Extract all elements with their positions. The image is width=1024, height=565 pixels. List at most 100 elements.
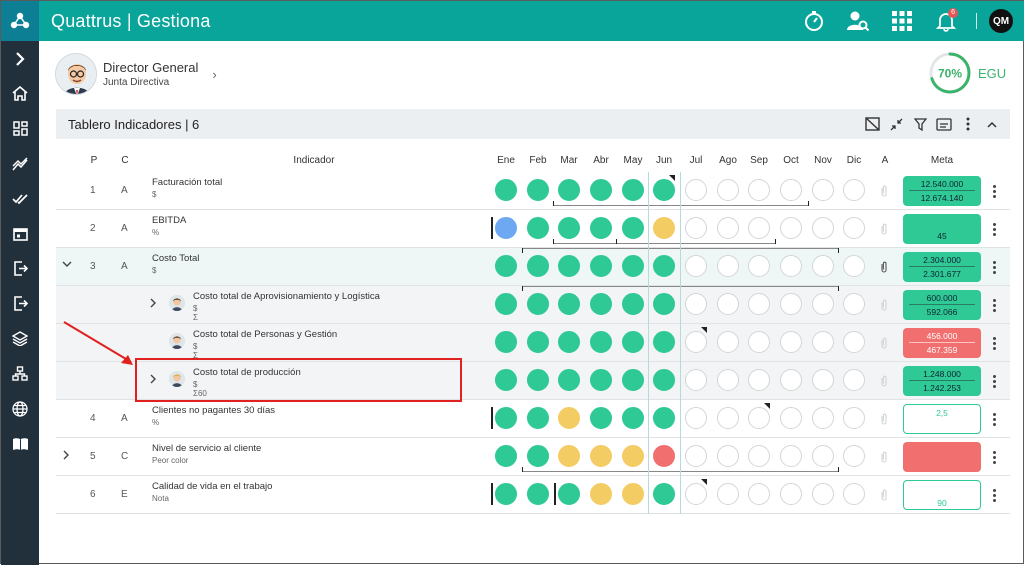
month-status-oct[interactable] bbox=[780, 369, 802, 391]
logout-icon[interactable] bbox=[1, 286, 39, 321]
month-status-jun[interactable] bbox=[653, 407, 675, 429]
indicator-name[interactable]: Costo Total bbox=[152, 253, 199, 264]
month-status-mar[interactable] bbox=[558, 255, 580, 277]
hide-icon[interactable] bbox=[860, 109, 884, 139]
home-icon[interactable] bbox=[1, 76, 39, 111]
month-status-nov[interactable] bbox=[812, 483, 834, 505]
expand-chevron-right-icon[interactable] bbox=[149, 298, 157, 311]
indicator-name[interactable]: Calidad de vida en el trabajo bbox=[152, 481, 272, 492]
month-status-abr[interactable] bbox=[590, 407, 612, 429]
indicator-name[interactable]: Costo total de Personas y Gestión bbox=[193, 329, 337, 340]
attachment-clip-icon[interactable] bbox=[880, 336, 888, 349]
month-status-feb[interactable] bbox=[527, 179, 549, 201]
month-status-ene[interactable] bbox=[495, 331, 517, 353]
collapse-chevron-icon[interactable] bbox=[980, 109, 1004, 139]
month-status-may[interactable] bbox=[622, 255, 644, 277]
month-status-jul[interactable] bbox=[685, 293, 707, 315]
month-status-nov[interactable] bbox=[812, 369, 834, 391]
month-status-ago[interactable] bbox=[717, 255, 739, 277]
row-more-vert-icon[interactable] bbox=[993, 373, 997, 390]
month-status-ene[interactable] bbox=[495, 293, 517, 315]
month-status-feb[interactable] bbox=[527, 255, 549, 277]
attachment-clip-icon[interactable] bbox=[880, 298, 888, 311]
month-status-may[interactable] bbox=[622, 445, 644, 467]
month-status-sep[interactable] bbox=[748, 331, 770, 353]
month-status-nov[interactable] bbox=[812, 179, 834, 201]
month-status-may[interactable] bbox=[622, 407, 644, 429]
month-status-jun[interactable] bbox=[653, 255, 675, 277]
month-status-feb[interactable] bbox=[527, 217, 549, 239]
month-status-ene[interactable] bbox=[495, 483, 517, 505]
attachment-clip-icon[interactable] bbox=[880, 260, 888, 273]
month-status-nov[interactable] bbox=[812, 255, 834, 277]
month-status-jun[interactable] bbox=[653, 331, 675, 353]
row-more-vert-icon[interactable] bbox=[993, 183, 997, 200]
table-row-ebitda[interactable]: 2 A EBITDA% 45 bbox=[56, 210, 1010, 248]
month-status-dic[interactable] bbox=[843, 445, 865, 467]
row-more-vert-icon[interactable] bbox=[993, 411, 997, 428]
month-status-ene[interactable] bbox=[495, 369, 517, 391]
indicator-name[interactable]: EBITDA bbox=[152, 215, 186, 226]
month-status-feb[interactable] bbox=[527, 407, 549, 429]
month-status-may[interactable] bbox=[622, 217, 644, 239]
notifications-bell-icon[interactable]: 6 bbox=[924, 1, 968, 41]
month-status-sep[interactable] bbox=[748, 483, 770, 505]
subtitles-icon[interactable] bbox=[932, 109, 956, 139]
globe-icon[interactable] bbox=[1, 391, 39, 426]
month-status-jul[interactable] bbox=[685, 369, 707, 391]
month-status-jul[interactable] bbox=[685, 445, 707, 467]
meta-target-box[interactable]: 12.540.000 12.674.140 bbox=[903, 176, 981, 206]
month-status-sep[interactable] bbox=[748, 255, 770, 277]
month-status-ago[interactable] bbox=[717, 369, 739, 391]
month-status-jun[interactable] bbox=[653, 293, 675, 315]
month-status-mar[interactable] bbox=[558, 407, 580, 429]
month-status-ene[interactable] bbox=[495, 407, 517, 429]
table-row-facturacion-total[interactable]: 1 A Facturación total $12.540.000 12.674.140 bbox=[56, 172, 1010, 210]
indicator-name[interactable]: Facturación total bbox=[152, 177, 222, 188]
apps-grid-icon[interactable] bbox=[880, 1, 924, 41]
quattrus-logo-icon[interactable] bbox=[1, 1, 39, 41]
collapse-arrows-icon[interactable] bbox=[884, 109, 908, 139]
expand-chevron-down-icon[interactable] bbox=[62, 260, 72, 271]
month-status-dic[interactable] bbox=[843, 179, 865, 201]
month-status-dic[interactable] bbox=[843, 255, 865, 277]
row-more-vert-icon[interactable] bbox=[993, 297, 997, 314]
meta-target-box[interactable]: 2.304.000 2.301.677 bbox=[903, 252, 981, 282]
more-vert-icon[interactable] bbox=[956, 109, 980, 139]
month-status-ene[interactable] bbox=[495, 217, 517, 239]
row-more-vert-icon[interactable] bbox=[993, 221, 997, 238]
table-row-calidad-vida[interactable]: 6 E Calidad de vida en el trabajo Nota 90 bbox=[56, 476, 1010, 514]
month-status-abr[interactable] bbox=[590, 255, 612, 277]
row-more-vert-icon[interactable] bbox=[993, 487, 997, 504]
month-status-nov[interactable] bbox=[812, 293, 834, 315]
month-status-feb[interactable] bbox=[527, 293, 549, 315]
month-status-nov[interactable] bbox=[812, 407, 834, 429]
exit-icon[interactable] bbox=[1, 251, 39, 286]
month-status-mar[interactable] bbox=[558, 331, 580, 353]
table-row-costo-personas[interactable]: Costo total de Personas y Gestión $ Σ 456.0… bbox=[56, 324, 1010, 362]
month-status-oct[interactable] bbox=[780, 407, 802, 429]
org-chart-icon[interactable] bbox=[1, 356, 39, 391]
month-status-sep[interactable] bbox=[748, 407, 770, 429]
month-status-abr[interactable] bbox=[590, 483, 612, 505]
user-search-icon[interactable] bbox=[836, 1, 880, 41]
row-more-vert-icon[interactable] bbox=[993, 449, 997, 466]
month-status-oct[interactable] bbox=[780, 293, 802, 315]
egu-indicator[interactable]: 70% EGU bbox=[928, 51, 1006, 95]
month-status-jun[interactable] bbox=[653, 179, 675, 201]
month-status-oct[interactable] bbox=[780, 179, 802, 201]
expand-chevron-right-icon[interactable] bbox=[62, 450, 70, 463]
month-status-jul[interactable] bbox=[685, 331, 707, 353]
month-status-feb[interactable] bbox=[527, 331, 549, 353]
month-status-sep[interactable] bbox=[748, 369, 770, 391]
month-status-oct[interactable] bbox=[780, 331, 802, 353]
month-status-ago[interactable] bbox=[717, 293, 739, 315]
book-icon[interactable] bbox=[1, 426, 39, 461]
month-status-sep[interactable] bbox=[748, 179, 770, 201]
month-status-jul[interactable] bbox=[685, 179, 707, 201]
indicator-name[interactable]: Clientes no pagantes 30 días bbox=[152, 405, 275, 416]
calendar-icon[interactable] bbox=[1, 216, 39, 251]
layers-icon[interactable] bbox=[1, 321, 39, 356]
month-status-sep[interactable] bbox=[748, 293, 770, 315]
month-status-may[interactable] bbox=[622, 369, 644, 391]
